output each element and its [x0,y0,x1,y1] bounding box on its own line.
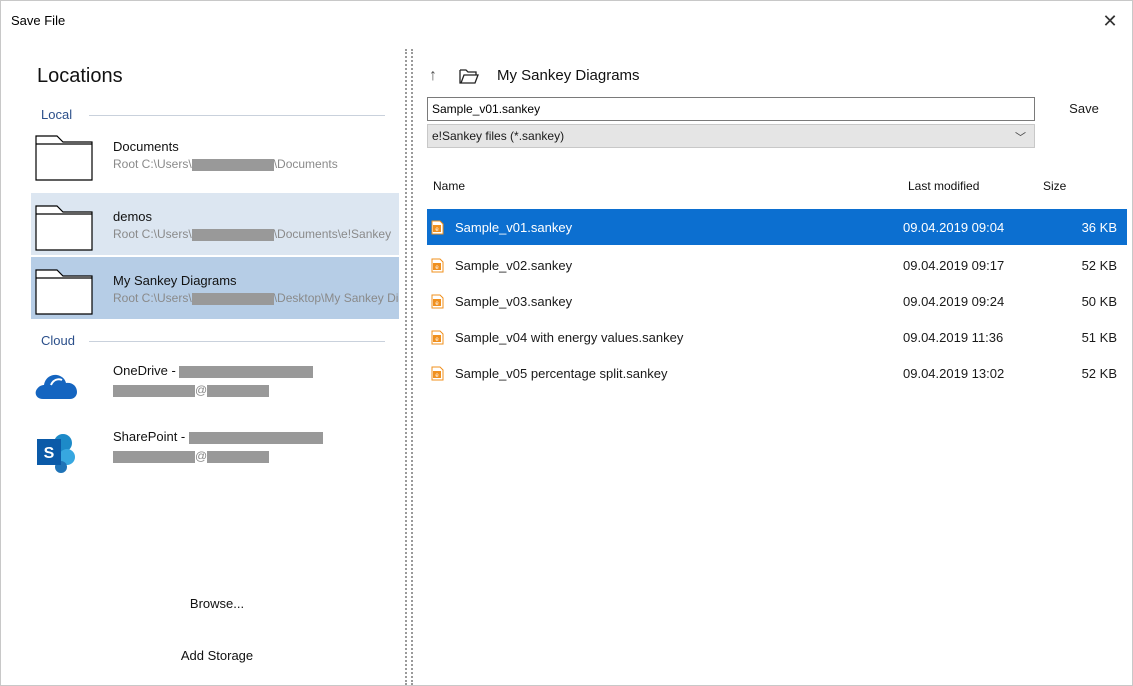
local-group-header: Local [41,105,385,125]
file-row[interactable]: e Sample_v02.sankey 09.04.2019 09:17 52 … [427,247,1127,283]
redacted-block [179,365,314,378]
file-type-value: e!Sankey files (*.sankey) [432,129,565,143]
up-arrow-icon[interactable]: ↑ [429,67,447,85]
browse-button[interactable]: Browse... [147,591,287,617]
sankey-file-icon: e [431,366,444,381]
sankey-file-icon: e [431,330,444,345]
pane-splitter[interactable] [405,49,413,685]
locations-heading: Locations [37,65,123,87]
title-bar: Save File ✕ [1,1,1132,41]
redacted-block [191,158,274,171]
file-modified: 09.04.2019 13:02 [903,366,1005,381]
file-browser-pane: ↑ My Sankey Diagrams Save e!Sankey files… [413,49,1133,685]
local-group-label: Local [41,107,79,122]
sharepoint-account: @ [113,449,270,463]
file-size: 52 KB [1081,366,1117,381]
file-name: Sample_v01.sankey [455,220,573,235]
redacted-block [191,292,274,305]
redacted-block [113,450,195,463]
folder-icon [35,205,93,251]
file-modified: 09.04.2019 11:36 [903,330,1004,345]
location-item-demos[interactable]: demos Root C:\Users\ \Documents\e!Sankey [31,193,399,255]
group-divider [89,341,385,342]
file-type-select[interactable]: e!Sankey files (*.sankey) ﹀ [427,124,1035,148]
file-name: Sample_v05 percentage split.sankey [455,366,668,381]
file-size: 36 KB [1081,220,1117,235]
save-button[interactable]: Save [1061,97,1107,121]
add-storage-button[interactable]: Add Storage [147,643,287,669]
redacted-block [191,228,274,241]
cloud-group-label: Cloud [41,333,81,348]
column-header-modified[interactable]: Last modified [908,179,979,193]
file-size: 51 KB [1081,330,1117,345]
sankey-file-icon: e [431,294,444,309]
dialog-title: Save File [11,13,66,28]
close-icon[interactable]: ✕ [1096,7,1124,35]
sankey-file-icon: e [431,258,444,273]
file-row[interactable]: e Sample_v03.sankey 09.04.2019 09:24 50 … [427,283,1127,319]
location-name: Documents [113,139,179,154]
redacted-block [113,384,195,397]
onedrive-cloud-icon [35,374,77,399]
filename-input[interactable] [427,97,1035,121]
svg-text:S: S [44,445,55,462]
open-folder-icon [459,69,479,84]
location-item-documents[interactable]: Documents Root C:\Users\ \Documents [31,123,399,185]
file-size: 52 KB [1081,258,1117,273]
location-item-sharepoint[interactable]: S SharePoint - @ [31,421,399,483]
onedrive-account: @ [113,383,270,397]
chevron-down-icon: ﹀ [1015,132,1026,144]
sankey-file-icon: e [431,220,444,235]
sharepoint-name: SharePoint - [113,429,323,444]
location-path: Root C:\Users\ \Documents [113,157,338,171]
file-row[interactable]: e Sample_v01.sankey 09.04.2019 09:04 36 … [427,209,1127,245]
file-modified: 09.04.2019 09:24 [903,294,1005,309]
redacted-block [207,450,270,463]
location-item-onedrive[interactable]: OneDrive - @ [31,355,399,417]
file-modified: 09.04.2019 09:04 [903,220,1005,235]
location-name: My Sankey Diagrams [113,273,237,288]
file-row[interactable]: e Sample_v05 percentage split.sankey 09.… [427,355,1127,391]
group-divider [89,115,385,116]
location-item-my-sankey-diagrams[interactable]: My Sankey Diagrams Root C:\Users\ \Deskto… [31,257,399,319]
location-name: demos [113,209,153,224]
column-header-name[interactable]: Name [433,179,465,193]
locations-pane: Locations Local Documents Root C:\Users\… [17,49,401,681]
file-name: Sample_v04 with energy values.sankey [455,330,684,345]
onedrive-name: OneDrive - [113,363,314,378]
location-path: Root C:\Users\\Desktop\My Sankey Diagram… [113,291,399,305]
save-file-dialog: Save File ✕ Locations Local Documents Ro… [0,0,1133,686]
location-path: Root C:\Users\ \Documents\e!Sankey [113,227,392,241]
redacted-block [207,384,270,397]
sharepoint-icon: S [37,434,75,473]
redacted-block [188,431,323,444]
folder-icon [35,135,93,181]
cloud-group-header: Cloud [41,331,385,351]
current-folder-name: My Sankey Diagrams [497,67,640,84]
file-size: 50 KB [1081,294,1117,309]
file-row[interactable]: e Sample_v04 with energy values.sankey 0… [427,319,1127,355]
file-modified: 09.04.2019 09:17 [903,258,1005,273]
folder-icon [35,269,93,315]
column-header-size[interactable]: Size [1043,179,1066,193]
file-name: Sample_v02.sankey [455,258,573,273]
file-name: Sample_v03.sankey [455,294,573,309]
